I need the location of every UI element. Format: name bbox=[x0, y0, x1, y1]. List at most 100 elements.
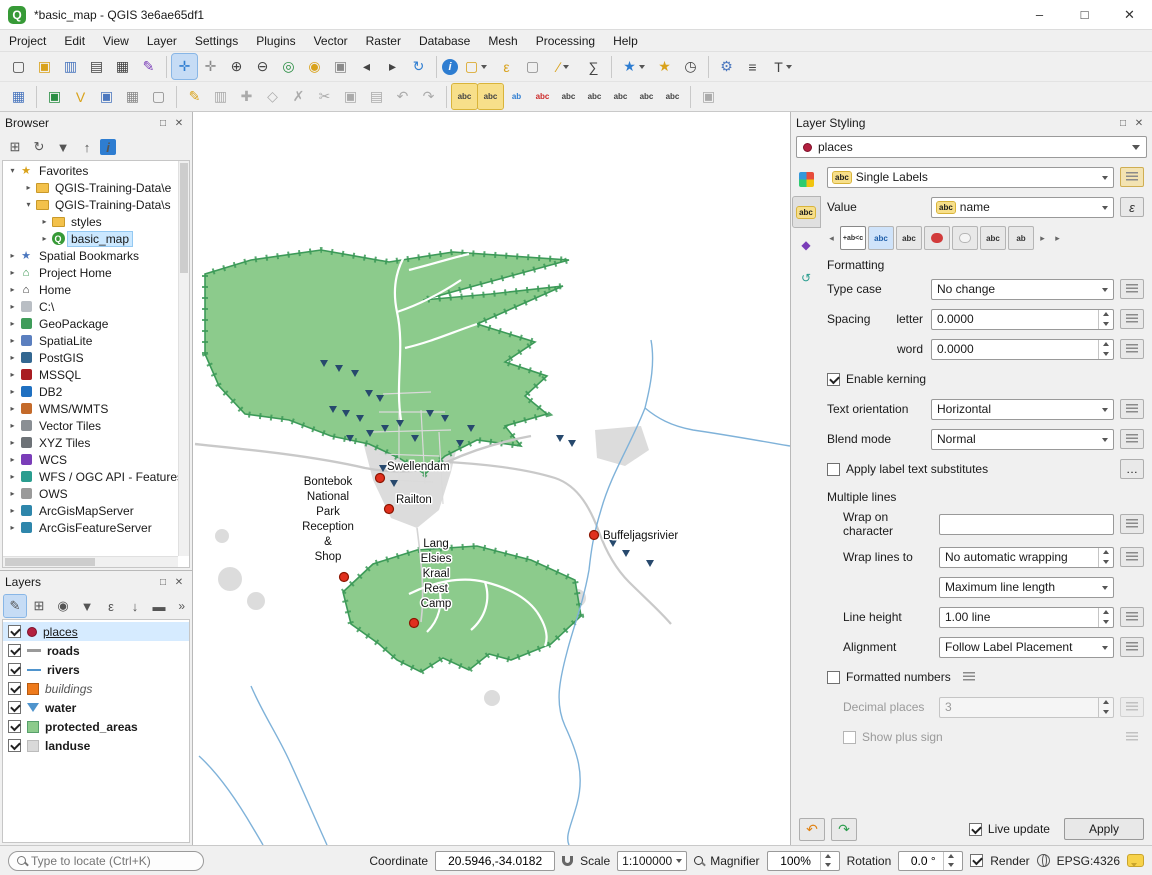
undo-button[interactable]: ↶ bbox=[390, 84, 415, 109]
layer-visibility-checkbox[interactable] bbox=[8, 701, 21, 714]
layer-visibility-checkbox[interactable] bbox=[8, 644, 21, 657]
expander-icon[interactable]: ▸ bbox=[6, 472, 19, 481]
zoom-to-layer-button[interactable]: ▣ bbox=[328, 54, 353, 79]
data-defined-override-icon[interactable] bbox=[1120, 514, 1144, 534]
locate-input[interactable] bbox=[31, 854, 195, 868]
expander-icon[interactable]: ▸ bbox=[6, 421, 19, 430]
scrollbar-thumb[interactable] bbox=[5, 558, 95, 566]
rotation-spinner[interactable] bbox=[898, 851, 963, 871]
rotate-label-button[interactable]: abc bbox=[634, 84, 659, 109]
labels-tab[interactable]: abc bbox=[793, 197, 820, 227]
tree-item-favorites[interactable]: ▾★Favorites bbox=[3, 162, 189, 179]
zoom-last-button[interactable]: ◂ bbox=[354, 54, 379, 79]
change-label-properties-button[interactable]: abc bbox=[660, 84, 685, 109]
mask-tab[interactable]: abc bbox=[896, 226, 922, 250]
spinner-arrows-icon[interactable] bbox=[1098, 548, 1113, 567]
minimize-button[interactable]: – bbox=[1017, 0, 1062, 29]
alignment-select[interactable]: Follow Label Placement bbox=[939, 637, 1114, 658]
open-layer-styling-dock-button[interactable]: ✎ bbox=[4, 595, 26, 617]
new-spatial-bookmark-button[interactable]: ★ bbox=[617, 54, 651, 79]
scroll-tabs-left-icon[interactable]: ◂ bbox=[825, 226, 838, 250]
data-defined-override-icon[interactable] bbox=[957, 667, 981, 687]
tree-item-training-data-e[interactable]: ▸QGIS-Training-Data\e bbox=[3, 179, 189, 196]
layers-float-button[interactable]: □ bbox=[155, 574, 171, 590]
tree-item-training-data-s[interactable]: ▾QGIS-Training-Data\s bbox=[3, 196, 189, 213]
scrollbar-thumb[interactable] bbox=[180, 163, 188, 273]
manage-map-themes-button[interactable]: ◉ bbox=[52, 595, 74, 617]
word-spacing-spinner[interactable] bbox=[931, 339, 1114, 360]
new-project-button[interactable]: ▢ bbox=[6, 54, 31, 79]
highlight-labeled-features-button[interactable]: ab bbox=[504, 84, 529, 109]
expander-icon[interactable]: ▸ bbox=[6, 370, 19, 379]
statistical-summary-button[interactable]: ∑ bbox=[581, 54, 606, 79]
zoom-in-button[interactable]: ⊕ bbox=[224, 54, 249, 79]
new-spatialite-layer-button[interactable]: ▣ bbox=[94, 84, 119, 109]
live-update-checkbox[interactable] bbox=[969, 823, 982, 836]
save-project-button[interactable]: ▥ bbox=[58, 54, 83, 79]
expander-icon[interactable]: ▸ bbox=[6, 489, 19, 498]
tree-item-vector-tiles[interactable]: ▸Vector Tiles bbox=[3, 417, 189, 434]
data-defined-override-icon[interactable] bbox=[1120, 547, 1144, 567]
tree-item-wfs[interactable]: ▸WFS / OGC API - Features bbox=[3, 468, 189, 485]
data-defined-override-icon[interactable] bbox=[1120, 309, 1144, 329]
menu-view[interactable]: View bbox=[94, 31, 138, 51]
layer-row-buildings[interactable]: buildings bbox=[3, 679, 189, 698]
zoom-full-button[interactable]: ◎ bbox=[276, 54, 301, 79]
tree-item-postgis[interactable]: ▸PostGIS bbox=[3, 349, 189, 366]
style-manager-button[interactable]: ✎ bbox=[136, 54, 161, 79]
spinner-arrows-icon[interactable] bbox=[1098, 608, 1113, 627]
tree-item-wcs[interactable]: ▸WCS bbox=[3, 451, 189, 468]
new-virtual-layer-button[interactable]: ▦ bbox=[120, 84, 145, 109]
data-defined-override-icon[interactable] bbox=[1120, 637, 1144, 657]
show-hide-pinned-labels-button[interactable]: abc bbox=[582, 84, 607, 109]
layer-visibility-checkbox[interactable] bbox=[8, 739, 21, 752]
map-canvas[interactable]: Swellendam Railton Bontebok National Par… bbox=[193, 112, 790, 845]
data-defined-override-icon[interactable] bbox=[1120, 399, 1144, 419]
value-field-select[interactable]: abc name bbox=[931, 197, 1114, 218]
buffer-tab[interactable]: abc bbox=[868, 226, 894, 250]
data-defined-override-icon[interactable] bbox=[1120, 339, 1144, 359]
toggle-editing-button[interactable]: ✎ bbox=[182, 84, 207, 109]
menu-vector[interactable]: Vector bbox=[305, 31, 357, 51]
spinner-arrows-icon[interactable] bbox=[1098, 340, 1113, 359]
add-selected-layers-button[interactable]: ⊞ bbox=[4, 136, 26, 158]
scale-combo[interactable]: 1:100000 bbox=[617, 851, 687, 871]
expander-icon[interactable]: ▸ bbox=[6, 268, 19, 277]
style-undo-button[interactable]: ↶ bbox=[799, 818, 825, 841]
3d-view-tab[interactable]: ◆ bbox=[793, 230, 820, 260]
expander-icon[interactable]: ▸ bbox=[6, 506, 19, 515]
tree-item-c-drive[interactable]: ▸C:\ bbox=[3, 298, 189, 315]
expander-icon[interactable]: ▾ bbox=[6, 166, 19, 175]
zoom-out-button[interactable]: ⊖ bbox=[250, 54, 275, 79]
menu-plugins[interactable]: Plugins bbox=[247, 31, 304, 51]
layer-row-protected-areas[interactable]: protected_areas bbox=[3, 717, 189, 736]
formatted-numbers-checkbox[interactable] bbox=[827, 671, 840, 684]
copy-features-button[interactable]: ▣ bbox=[338, 84, 363, 109]
tree-item-ows[interactable]: ▸OWS bbox=[3, 485, 189, 502]
history-tab[interactable]: ↺ bbox=[793, 263, 820, 293]
pin-unpin-labels-button[interactable]: abc bbox=[556, 84, 581, 109]
layer-labeling-options-button[interactable]: abc bbox=[452, 84, 477, 109]
callouts-tab[interactable]: abc bbox=[980, 226, 1006, 250]
new-print-layout-button[interactable]: ▤ bbox=[84, 54, 109, 79]
crs-status[interactable]: EPSG:4326 bbox=[1057, 854, 1120, 868]
expander-icon[interactable]: ▸ bbox=[6, 353, 19, 362]
apply-button[interactable]: Apply bbox=[1064, 818, 1144, 840]
tree-item-db2[interactable]: ▸DB2 bbox=[3, 383, 189, 400]
shadow-tab[interactable] bbox=[952, 226, 978, 250]
label-mode-select[interactable]: abc Single Labels bbox=[827, 167, 1114, 188]
menu-layer[interactable]: Layer bbox=[138, 31, 186, 51]
styling-layer-select[interactable]: places bbox=[796, 136, 1147, 158]
expander-icon[interactable]: ▸ bbox=[6, 387, 19, 396]
tree-item-basic-map[interactable]: ▸Qbasic_map bbox=[3, 230, 189, 247]
text-annotation-button[interactable]: T bbox=[766, 54, 800, 79]
style-redo-button[interactable]: ↷ bbox=[831, 818, 857, 841]
delete-selected-button[interactable]: ✗ bbox=[286, 84, 311, 109]
pan-to-selection-button[interactable]: ✛ bbox=[198, 54, 223, 79]
menu-project[interactable]: Project bbox=[0, 31, 55, 51]
browser-close-button[interactable]: ✕ bbox=[171, 115, 187, 131]
data-defined-override-icon[interactable] bbox=[1120, 607, 1144, 627]
refresh-browser-button[interactable]: ↻ bbox=[28, 136, 50, 158]
menu-help[interactable]: Help bbox=[604, 31, 647, 51]
layout-manager-button[interactable]: ▦ bbox=[110, 54, 135, 79]
